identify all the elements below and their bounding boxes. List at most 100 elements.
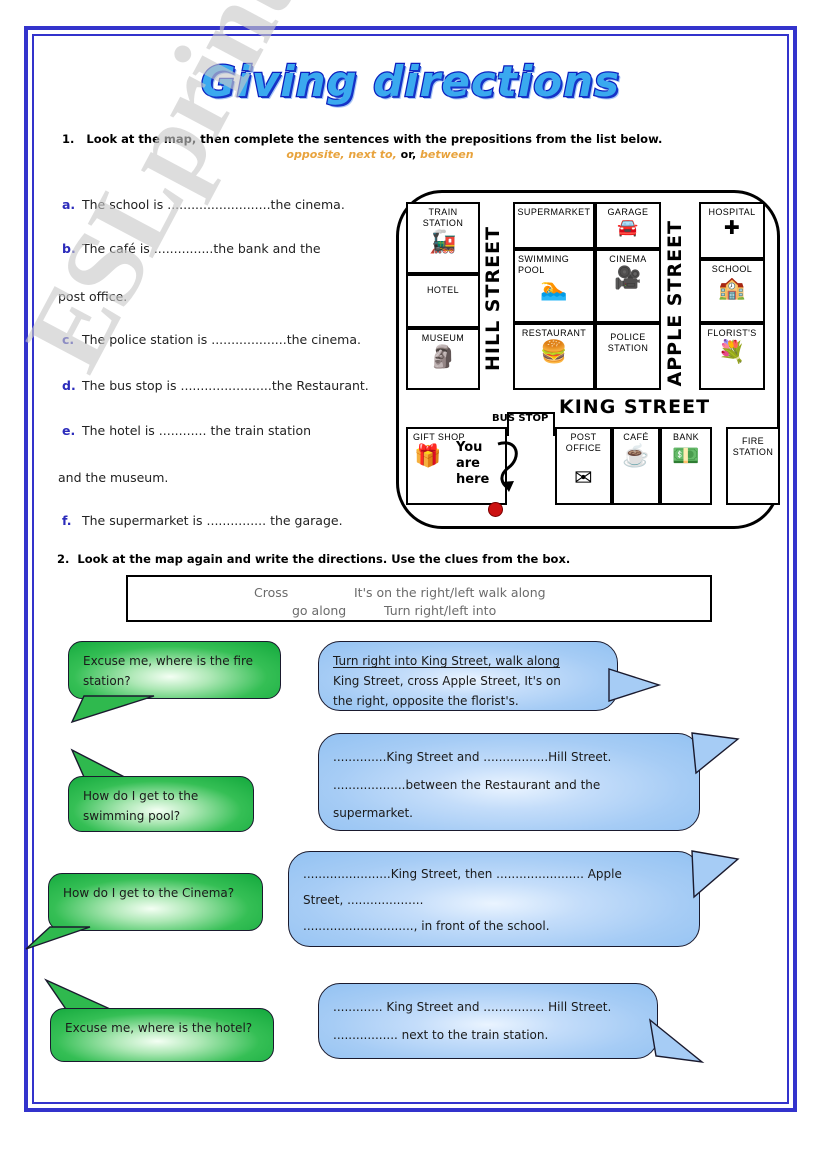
answer-line: the right, opposite the florist's. <box>333 694 519 708</box>
map-block-label: GARAGE <box>607 207 649 217</box>
answer-bubble-2-tail <box>691 732 740 775</box>
map-block-label: HOSPITAL <box>708 207 756 217</box>
map-block-swimming-pool: SWIMMING POOL 🏊 <box>513 249 595 323</box>
map-block-label: SWIMMING POOL <box>518 254 570 275</box>
page-title: Giving directions <box>200 56 621 108</box>
answer-line: ................. next to the train stat… <box>333 1028 549 1042</box>
answer-line: Street, .................... <box>303 893 424 907</box>
sentence-letter: d. <box>62 378 76 393</box>
answer-bubble-4: ............. King Street and ..........… <box>318 983 658 1059</box>
answer-bubble-4-tail <box>649 1018 705 1064</box>
you-are-here-line-3: here <box>456 472 490 487</box>
map-block-restaurant: RESTAURANT 🍔 <box>513 323 595 390</box>
sentence-f: f. The supermarket is ............... the… <box>62 513 343 528</box>
question-text: Excuse me, where is the hotel? <box>65 1021 253 1035</box>
gift-icon: 🎁 <box>414 443 442 468</box>
clue-go-along: go along <box>292 603 347 618</box>
map-block-supermarket: SUPERMARKET <box>513 202 595 249</box>
car-icon: 🚘 <box>617 218 639 237</box>
you-are-here-arrow-icon <box>497 441 518 492</box>
preposition-or: or, <box>400 148 417 161</box>
bust-icon: 🗿 <box>429 344 457 369</box>
map-block-hospital: HOSPITAL ✚ <box>699 202 765 259</box>
preposition-group-1: opposite, next to, <box>286 148 397 161</box>
clue-turn-into: Turn right/left into <box>384 603 497 618</box>
map-block-label: RESTAURANT <box>521 328 587 338</box>
sentence-text: The school is ..........................… <box>82 197 345 212</box>
map-block-train-station: TRAIN STATION 🚂 <box>406 202 480 274</box>
answer-line: ............. King Street and ..........… <box>333 1000 612 1014</box>
envelope-icon: ✉ <box>574 465 593 490</box>
sentence-text: The police station is ..................… <box>82 332 361 347</box>
map-block-label: TRAIN STATION <box>422 207 464 228</box>
question-text: How do I get to the swimming pool? <box>83 789 199 823</box>
question-bubble-3: How do I get to the Cinema? <box>48 873 263 931</box>
task2-number: 2. <box>57 552 70 566</box>
sentence-a: a. The school is ........................… <box>62 197 345 212</box>
banknote-icon: 💵 <box>672 443 700 468</box>
map-block-garage: GARAGE 🚘 <box>595 202 661 249</box>
task2-instruction-text: Look at the map again and write the dire… <box>77 552 571 566</box>
answer-line: ..............King Street and ..........… <box>333 750 612 764</box>
map-block-label: FIRE STATION <box>732 436 774 457</box>
sentence-b-continuation: post office. <box>58 289 128 304</box>
street-map: TRAIN STATION 🚂 HOTEL MUSEUM 🗿 HILL STRE… <box>396 190 780 529</box>
map-block-post-office: POST OFFICE ✉ <box>555 427 612 505</box>
street-label-king: KING STREET <box>559 396 711 418</box>
worksheet-page: ESLprintables.com Giving directions 1. L… <box>0 0 821 1169</box>
answer-line-1: Turn right into King Street, walk along <box>333 654 560 668</box>
answer-line: King Street, cross Apple Street, It's on <box>333 674 561 688</box>
meal-icon: 🍔 <box>540 339 568 364</box>
answer-bubble-1: Turn right into King Street, walk along … <box>318 641 618 711</box>
clue-box: Cross It's on the right/left walk along … <box>126 575 712 622</box>
map-block-museum: MUSEUM 🗿 <box>406 328 480 390</box>
question-bubble-3-tail <box>25 926 91 950</box>
sentence-text: The café is ...............the bank and … <box>82 241 321 256</box>
cross-icon: ✚ <box>723 218 741 239</box>
you-are-here-label: You are here <box>456 440 489 488</box>
map-block-police-station: POLICE STATION <box>595 323 661 390</box>
you-are-here-line-1: You <box>456 440 483 455</box>
map-block-label: MUSEUM <box>421 333 465 343</box>
map-block-hotel: HOTEL <box>406 274 480 328</box>
map-block-label: FLORIST'S <box>707 328 757 338</box>
map-block-cafe: CAFÉ ☕ <box>612 427 660 505</box>
sentence-e-continuation: and the museum. <box>58 470 169 485</box>
map-block-label: POLICE STATION <box>607 332 649 353</box>
sentence-text: The bus stop is .......................t… <box>82 378 369 393</box>
preposition-group-2: between <box>420 148 474 161</box>
task1-instruction-text: Look at the map, then complete the sente… <box>86 132 663 146</box>
answer-line: Turn right into King Street, walk along <box>333 651 603 671</box>
map-block-florists: FLORIST'S 💐 <box>699 323 765 390</box>
question-bubble-1-tail <box>70 695 155 724</box>
answer-bubble-3: .......................King Street, then… <box>288 851 700 947</box>
clue-cross: Cross <box>254 585 289 600</box>
street-label-hill: HILL STREET <box>482 226 504 371</box>
sentence-text: The hotel is ............ the train stat… <box>82 423 312 438</box>
sentence-letter: b. <box>62 241 76 256</box>
map-block-label: BANK <box>672 432 700 442</box>
sentence-letter: f. <box>62 513 72 528</box>
sentence-c: c. The police station is ................… <box>62 332 361 347</box>
school-icon: 🏫 <box>718 275 746 300</box>
question-text: How do I get to the Cinema? <box>63 886 235 900</box>
bus-stop-label: BUS STOP <box>492 413 549 424</box>
sentence-d: d. The bus stop is ......................… <box>62 378 369 393</box>
street-label-apple: APPLE STREET <box>664 220 686 387</box>
question-text: Excuse me, where is the fire station? <box>83 654 254 688</box>
swimmer-icon: 🏊 <box>540 276 568 301</box>
map-block-school: SCHOOL 🏫 <box>699 259 765 323</box>
map-block-cinema: CINEMA 🎥 <box>595 249 661 323</box>
you-are-here-line-2: are <box>456 456 481 471</box>
question-bubble-4: Excuse me, where is the hotel? <box>50 1008 274 1062</box>
answer-line: supermarket. <box>333 806 413 820</box>
map-block-fire-station: FIRE STATION <box>726 427 780 505</box>
sentence-e: e. The hotel is ............ the train st… <box>62 423 311 438</box>
answer-line: .......................King Street, then… <box>303 867 622 881</box>
answer-bubble-3-tail <box>691 850 740 899</box>
task2-instruction: 2. Look at the map again and write the d… <box>57 552 570 566</box>
you-are-here-dot <box>488 502 503 517</box>
answer-line: ............................., in front … <box>303 919 550 933</box>
answer-bubble-2: ..............King Street and ..........… <box>318 733 700 831</box>
question-bubble-1: Excuse me, where is the fire station? <box>68 641 281 699</box>
